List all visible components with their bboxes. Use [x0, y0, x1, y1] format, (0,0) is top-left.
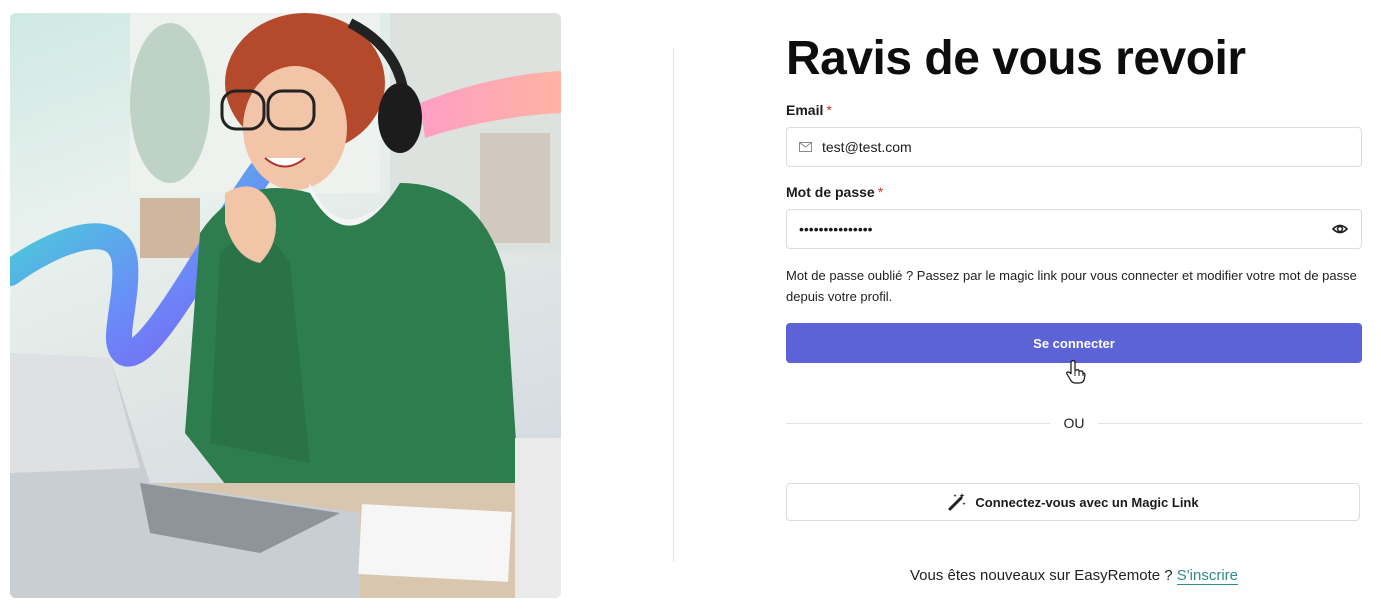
login-button[interactable]: Se connecter: [786, 323, 1362, 363]
email-label: Email *: [786, 102, 832, 118]
forgot-password-hint: Mot de passe oublié ? Passez par le magi…: [786, 268, 1357, 304]
separator-line-right: [1098, 423, 1362, 424]
password-label-text: Mot de passe: [786, 184, 875, 200]
magic-wand-icon: [948, 493, 967, 511]
email-required-mark: *: [826, 102, 832, 118]
password-label: Mot de passe *: [786, 184, 883, 200]
signup-row: Vous êtes nouveaux sur EasyRemote ? S'in…: [786, 567, 1362, 585]
hero-image: [10, 13, 561, 598]
signup-prompt: Vous êtes nouveaux sur EasyRemote ?: [909, 567, 1173, 584]
password-value: •••••••••••••••: [799, 221, 873, 237]
email-label-text: Email: [786, 102, 824, 118]
email-field[interactable]: test@test.com: [786, 127, 1362, 167]
password-required-mark: *: [877, 184, 884, 200]
email-value: test@test.com: [822, 139, 912, 155]
eye-icon[interactable]: [1332, 222, 1348, 236]
page-title: Ravis de vous revoir: [786, 32, 1246, 85]
magic-link-button[interactable]: Connectez-vous avec un Magic Link: [786, 483, 1360, 521]
mail-icon: [799, 142, 812, 152]
signup-link[interactable]: S'inscrire: [1176, 567, 1239, 585]
hero-illustration: [10, 13, 561, 598]
magic-link-label: Connectez-vous avec un Magic Link: [975, 494, 1199, 510]
password-field[interactable]: •••••••••••••••: [786, 209, 1362, 249]
login-form: Ravis de vous revoir Email * test@test.co…: [786, 30, 1362, 585]
or-separator: OU: [786, 415, 1362, 433]
vertical-divider: [673, 48, 674, 562]
hand-pointer-icon: [1066, 360, 1086, 384]
